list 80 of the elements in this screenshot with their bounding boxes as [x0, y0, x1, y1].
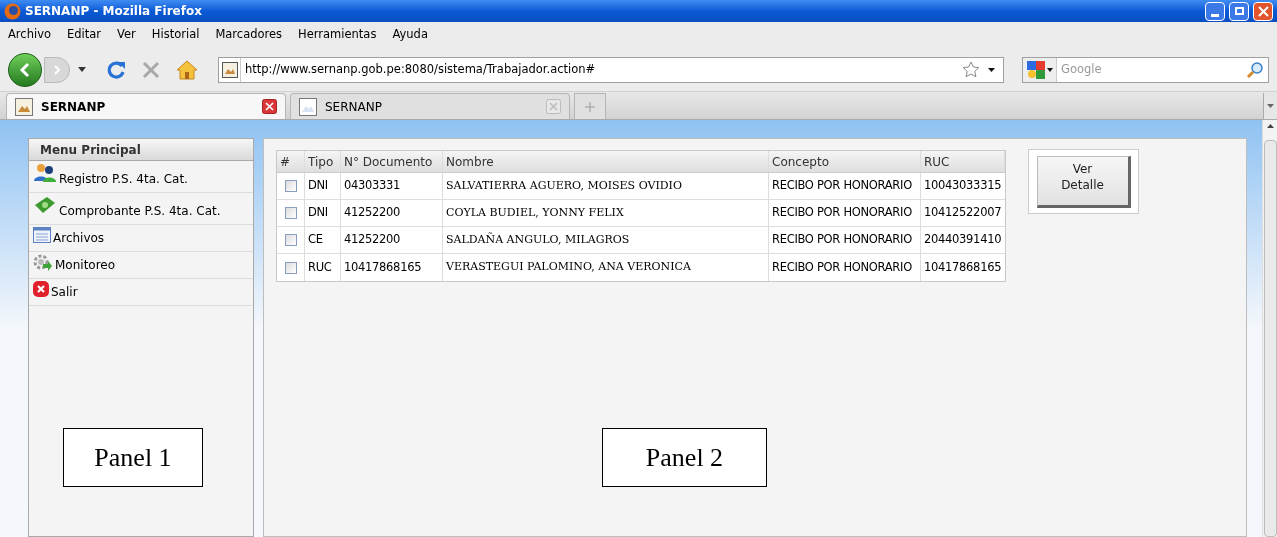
window-title: SERNANP - Mozilla Firefox	[25, 3, 203, 20]
caret-icon[interactable]	[988, 67, 995, 72]
sidebar-item[interactable]: Salir	[29, 279, 253, 306]
page-icon	[299, 97, 317, 116]
column-header: Nombre	[443, 151, 769, 172]
table-cell: CE	[305, 227, 341, 253]
table-cell: DNI	[305, 173, 341, 199]
table-cell: RECIBO POR HONORARIO	[769, 173, 921, 199]
close-icon[interactable]	[262, 99, 277, 114]
search-field[interactable]: Google	[1022, 56, 1269, 83]
gear-icon	[33, 254, 53, 272]
table-cell: 04303331	[341, 173, 443, 199]
detail-button[interactable]: Ver Detalle	[1036, 155, 1131, 208]
panel-label: Panel 2	[602, 428, 767, 487]
close-icon	[1257, 5, 1269, 17]
sidebar-item[interactable]: Comprobante P.S. 4ta. Cat.	[29, 193, 253, 225]
column-header: #	[277, 151, 305, 172]
table-cell: 41252200	[341, 227, 443, 253]
page-icon	[15, 97, 33, 116]
column-header: Tipo	[305, 151, 341, 172]
row-checkbox[interactable]	[284, 234, 297, 246]
close-icon	[33, 281, 49, 297]
menu-item[interactable]: Historial	[151, 26, 200, 44]
address-bar[interactable]: http://www.sernanp.gob.pe:8080/sistema/Trabajador.action#	[218, 56, 1004, 83]
banknote-icon	[33, 195, 57, 215]
row-checkbox[interactable]	[284, 180, 297, 192]
sidebar-item[interactable]: Registro P.S. 4ta. Cat.	[29, 161, 253, 193]
menu-item[interactable]: Archivo	[8, 26, 51, 44]
home-icon[interactable]	[176, 59, 198, 80]
people-icon	[33, 163, 57, 183]
column-header: RUC	[921, 151, 1005, 172]
sidebar-item[interactable]: Monitoreo	[29, 252, 253, 279]
tab-list-button[interactable]	[1263, 93, 1277, 119]
caret-icon[interactable]	[78, 67, 86, 72]
menu-item[interactable]: Ayuda	[392, 26, 428, 44]
sidebar-item[interactable]: Archivos	[29, 225, 253, 252]
menu-item[interactable]: Marcadores	[215, 26, 283, 44]
table-cell-text: 10417868165	[923, 258, 1003, 276]
table-cell: RECIBO POR HONORARIO	[769, 200, 921, 226]
table-cell-text: 10412522007	[923, 204, 1003, 222]
table-cell: DNI	[305, 200, 341, 226]
table-cell: SALVATIERRA AGUERO, MOISES OVIDIO	[443, 173, 769, 199]
search-icon[interactable]	[1246, 60, 1264, 79]
table-cell: RECIBO POR HONORARIO	[769, 227, 921, 253]
scroll-up-icon[interactable]	[1266, 124, 1274, 128]
panel-label: Panel 1	[63, 428, 203, 487]
table-cell: RUC	[305, 254, 341, 281]
caret-icon	[1267, 104, 1274, 108]
reload-icon[interactable]	[106, 59, 126, 80]
browser-tab[interactable]: SERNANP	[6, 93, 286, 119]
caret-icon[interactable]	[1046, 67, 1053, 72]
row-checkbox[interactable]	[284, 207, 297, 219]
table-cell-text: 20440391410	[923, 231, 1003, 249]
table-cell: 41252200	[341, 200, 443, 226]
search-engine-icon[interactable]	[1026, 60, 1045, 79]
menu-item[interactable]: Editar	[67, 26, 102, 44]
stop-icon[interactable]	[142, 60, 160, 79]
back-button[interactable]	[8, 52, 42, 87]
list-icon	[33, 227, 51, 243]
menu-item[interactable]: Ver	[117, 26, 136, 44]
row-checkbox[interactable]	[284, 261, 297, 274]
restore-button[interactable]	[1229, 1, 1249, 21]
search-input[interactable]: Google	[1057, 60, 1246, 79]
table-cell: 10417868165	[341, 254, 443, 281]
plus-icon	[585, 101, 595, 112]
menu-item[interactable]: Herramientas	[298, 26, 377, 44]
site-icon	[221, 61, 238, 78]
table-cell-text: 10043033315	[923, 177, 1003, 195]
browser-tab[interactable]: SERNANP	[290, 93, 570, 119]
minimize-button[interactable]	[1205, 1, 1225, 21]
column-header: N° Documento	[341, 151, 443, 172]
browser-logo-icon	[4, 2, 21, 20]
star-icon[interactable]	[962, 61, 980, 78]
table-cell: VERASTEGUI PALOMINO, ANA VERONICA	[443, 254, 769, 281]
close-button[interactable]	[1253, 1, 1273, 21]
table-cell: RECIBO POR HONORARIO	[769, 254, 921, 281]
table-cell: COYLA BUDIEL, YONNY FELIX	[443, 200, 769, 226]
column-header: Concepto	[769, 151, 921, 172]
scrollbar[interactable]	[1262, 120, 1277, 537]
table-cell: SALDAÑA ANGULO, MILAGROS	[443, 227, 769, 253]
